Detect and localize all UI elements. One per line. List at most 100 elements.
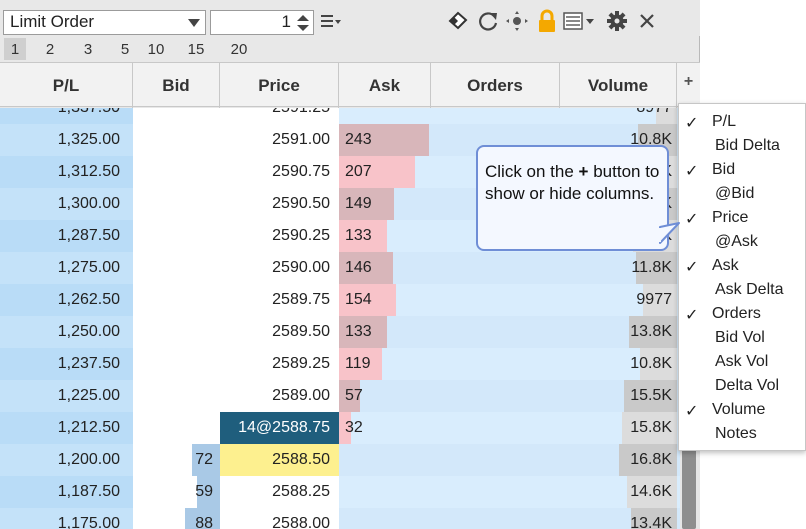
column-menu-item[interactable]: ✓ Price <box>679 206 805 230</box>
column-menu-item[interactable]: ✓ Bid <box>679 158 805 182</box>
volume-value: 9977 <box>636 291 672 308</box>
column-menu-label: Volume <box>712 401 766 418</box>
column-menu-label: @Ask <box>715 233 758 250</box>
ask-value <box>345 476 425 508</box>
column-menu-item[interactable]: Ask Delta <box>679 278 805 302</box>
checkmark-icon: ✓ <box>685 115 699 132</box>
column-menu-item[interactable]: @Ask <box>679 230 805 254</box>
ask-value: 133 <box>345 227 372 244</box>
size-preset-15[interactable]: 15 <box>183 38 209 60</box>
bid-value <box>133 316 213 348</box>
size-preset-1[interactable]: 1 <box>4 38 26 60</box>
column-menu-item[interactable]: Bid Delta <box>679 134 805 158</box>
column-header-pl[interactable]: P/L <box>0 63 133 108</box>
ask-value: 207 <box>345 163 372 180</box>
lock-icon[interactable] <box>534 8 560 34</box>
column-menu-item[interactable]: Notes <box>679 422 805 446</box>
column-header-volume[interactable]: Volume <box>560 63 677 108</box>
pl-value: 1,300.00 <box>57 195 120 212</box>
price-value: 2590.50 <box>272 195 330 212</box>
pl-value: 1,325.00 <box>57 131 120 148</box>
add-column-button[interactable]: + <box>677 63 700 108</box>
column-menu-label: Bid Vol <box>715 329 765 346</box>
pl-value: 1,237.50 <box>57 355 120 372</box>
column-menu-item[interactable]: ✓ Ask <box>679 254 805 278</box>
column-header-price[interactable]: Price <box>220 63 339 108</box>
eraser-icon[interactable] <box>444 8 470 34</box>
size-preset-20[interactable]: 20 <box>225 38 253 60</box>
dom-ladder-app: Limit Order 1 1 2 3 5 10 15 20 P/L Bid P… <box>0 0 806 529</box>
price-value: 2589.50 <box>272 323 330 340</box>
volume-value: 13.8K <box>630 323 672 340</box>
column-visibility-menu: ✓ P/L Bid Delta ✓ Bid @Bid ✓ Price @Ask ✓ Ask Ask D… <box>678 103 806 451</box>
ladder-row: 1,212.50 14@2588.75 32 15.8K <box>0 412 680 444</box>
pl-value: 1,187.50 <box>57 483 120 500</box>
ask-value: 57 <box>345 387 363 404</box>
column-header-ask[interactable]: Ask <box>339 63 431 108</box>
ask-value: 149 <box>345 195 372 212</box>
column-menu-label: Ask Vol <box>715 353 769 370</box>
list-menu-icon[interactable] <box>318 8 344 34</box>
column-menu-item[interactable]: Delta Vol <box>679 374 805 398</box>
column-header-bid[interactable]: Bid <box>133 63 220 108</box>
center-icon[interactable] <box>504 8 530 34</box>
spinner-icon[interactable] <box>295 14 311 32</box>
column-menu-label: Ask Delta <box>715 281 784 298</box>
column-menu-item[interactable]: Ask Vol <box>679 350 805 374</box>
column-menu-label: Orders <box>712 305 761 322</box>
checkmark-icon: ✓ <box>685 307 699 324</box>
column-menu-item[interactable]: ✓ Orders <box>679 302 805 326</box>
column-header-orders[interactable]: Orders <box>431 63 560 108</box>
ladder-row: 1,337.50 2591.25 8977 <box>0 108 680 124</box>
tooltip-text: Click on the + button to show or hide co… <box>485 161 665 205</box>
tooltip-pointer <box>657 222 680 244</box>
bid-value <box>133 108 213 124</box>
ladder-row: 1,200.00 72 2588.50 16.8K <box>0 444 680 476</box>
price-value: 2589.75 <box>272 291 330 308</box>
refresh-icon[interactable] <box>475 8 501 34</box>
ladder-panel: Limit Order 1 1 2 3 5 10 15 20 P/L Bid P… <box>0 0 700 529</box>
quantity-value: 1 <box>281 12 291 31</box>
price-value: 2588.50 <box>272 451 330 468</box>
size-preset-10[interactable]: 10 <box>143 38 169 60</box>
size-preset-2[interactable]: 2 <box>40 38 60 60</box>
price-value: 2590.75 <box>272 163 330 180</box>
column-header: P/L Bid Price Ask Orders Volume + <box>0 62 700 108</box>
tooltip-text-before: Click on the <box>485 162 579 181</box>
pl-value: 1,225.00 <box>57 387 120 404</box>
price-value: 2591.25 <box>220 108 330 124</box>
pl-value: 1,287.50 <box>57 227 120 244</box>
layout-icon[interactable] <box>560 8 600 34</box>
column-menu-item[interactable]: ✓ Volume <box>679 398 805 422</box>
ask-value: 119 <box>345 355 371 372</box>
volume-value: 8977 <box>560 108 672 124</box>
order-type-select[interactable]: Limit Order <box>3 10 206 35</box>
quantity-input[interactable]: 1 <box>210 10 314 35</box>
close-icon[interactable] <box>634 8 660 34</box>
column-menu-item[interactable]: @Bid <box>679 182 805 206</box>
volume-value: 10.8K <box>630 355 672 372</box>
bid-value <box>133 380 213 412</box>
pl-value: 1,250.00 <box>57 323 120 340</box>
size-preset-5[interactable]: 5 <box>115 38 135 60</box>
checkmark-icon: ✓ <box>685 403 699 420</box>
volume-value: 15.5K <box>630 387 672 404</box>
price-value: 2589.00 <box>272 387 330 404</box>
toolbar: Limit Order 1 <box>0 0 700 36</box>
column-menu-item[interactable]: Bid Vol <box>679 326 805 350</box>
size-presets: 1 2 3 5 10 15 20 <box>0 38 700 60</box>
bid-value <box>133 188 213 220</box>
size-preset-3[interactable]: 3 <box>78 38 98 60</box>
pl-value: 1,275.00 <box>57 259 120 276</box>
ask-value <box>345 444 425 476</box>
ask-value: 32 <box>345 419 363 436</box>
volume-value: 16.8K <box>630 451 672 468</box>
price-value: 2589.25 <box>272 355 330 372</box>
column-menu-item[interactable]: ✓ P/L <box>679 110 805 134</box>
volume-value: 15.8K <box>630 419 672 436</box>
pl-value: 1,262.50 <box>57 291 120 308</box>
ask-value <box>345 508 425 529</box>
bid-value <box>133 156 213 188</box>
pl-value: 1,212.50 <box>57 419 120 436</box>
gear-icon[interactable] <box>604 8 630 34</box>
